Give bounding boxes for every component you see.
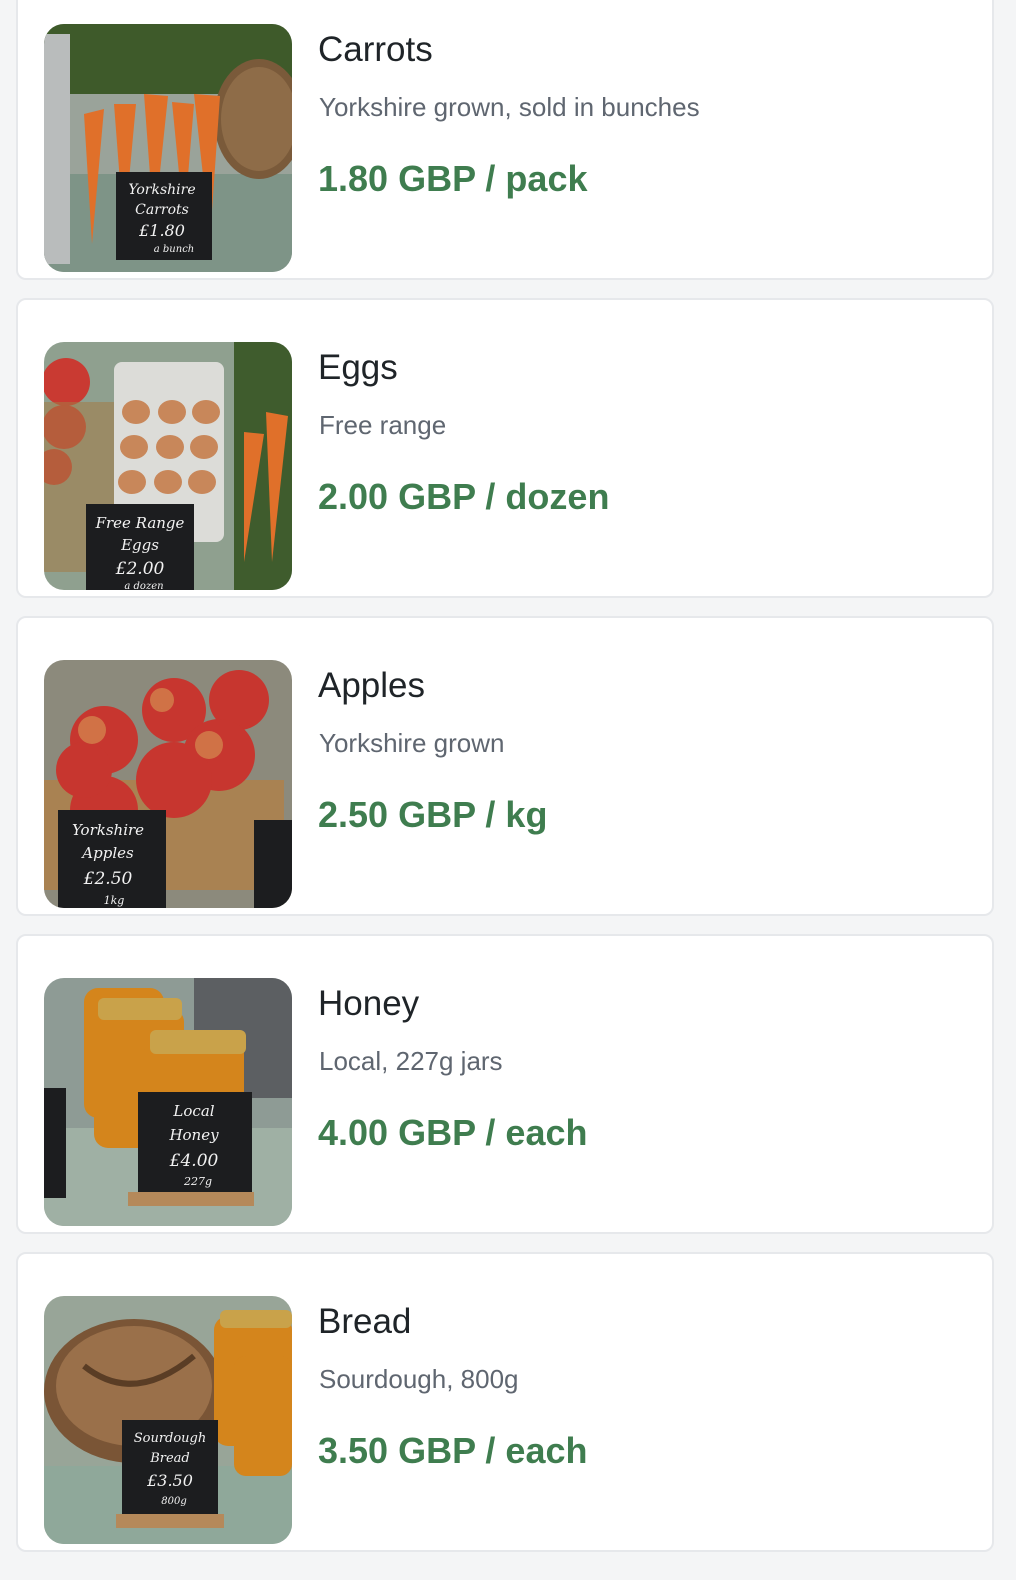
svg-text:227g: 227g xyxy=(183,1175,212,1188)
svg-text:Sourdough: Sourdough xyxy=(134,1431,207,1446)
product-name: Carrots xyxy=(318,30,433,69)
svg-text:a dozen: a dozen xyxy=(124,581,163,590)
product-name: Honey xyxy=(318,984,420,1023)
carrots-photo: Yorkshire Carrots £1.80 a bunch xyxy=(44,24,292,272)
svg-text:Yorkshire: Yorkshire xyxy=(128,182,195,198)
product-card-bread[interactable]: Sourdough Bread £3.50 800g Bread Sourdou… xyxy=(16,1252,994,1552)
svg-text:Yorkshire: Yorkshire xyxy=(72,821,144,839)
product-name: Eggs xyxy=(318,348,398,387)
product-price: 3.50 GBP / each xyxy=(318,1430,588,1471)
svg-text:Carrots: Carrots xyxy=(135,202,189,218)
product-card-eggs[interactable]: Free Range Eggs £2.00 a dozen Eggs Free … xyxy=(16,298,994,598)
svg-text:£4.00: £4.00 xyxy=(169,1151,219,1171)
svg-text:a bunch: a bunch xyxy=(154,244,194,255)
product-price: 1.80 GBP / pack xyxy=(318,158,588,199)
product-name: Bread xyxy=(318,1302,412,1341)
svg-text:Free Range: Free Range xyxy=(95,514,185,532)
svg-text:£2.50: £2.50 xyxy=(83,869,133,889)
svg-text:800g: 800g xyxy=(161,1496,187,1507)
bread-photo: Sourdough Bread £3.50 800g xyxy=(44,1296,292,1544)
svg-text:1kg: 1kg xyxy=(104,894,125,907)
product-card-carrots[interactable]: Yorkshire Carrots £1.80 a bunch Carrots … xyxy=(16,0,994,280)
product-card-apples[interactable]: Yorkshire Apples £2.50 1kg Apples Yorksh… xyxy=(16,616,994,916)
product-price: 2.00 GBP / dozen xyxy=(318,476,610,517)
svg-text:Apples: Apples xyxy=(80,844,134,862)
svg-text:Bread: Bread xyxy=(149,1451,190,1466)
product-image-honey[interactable]: Local Honey £4.00 227g xyxy=(44,978,292,1226)
product-image-carrots[interactable]: Yorkshire Carrots £1.80 a bunch xyxy=(44,24,292,272)
product-price: 4.00 GBP / each xyxy=(318,1112,588,1153)
svg-text:£1.80: £1.80 xyxy=(138,221,185,240)
honey-photo: Local Honey £4.00 227g xyxy=(44,978,292,1226)
product-description: Yorkshire grown xyxy=(319,728,505,758)
product-image-apples[interactable]: Yorkshire Apples £2.50 1kg xyxy=(44,660,292,908)
svg-text:Honey: Honey xyxy=(168,1126,219,1144)
product-image-bread[interactable]: Sourdough Bread £3.50 800g xyxy=(44,1296,292,1544)
svg-text:Eggs: Eggs xyxy=(120,536,159,554)
product-price: 2.50 GBP / kg xyxy=(318,794,548,835)
svg-text:£2.00: £2.00 xyxy=(115,559,165,579)
product-image-eggs[interactable]: Free Range Eggs £2.00 a dozen xyxy=(44,342,292,590)
product-name: Apples xyxy=(318,666,426,705)
product-card-honey[interactable]: Local Honey £4.00 227g Honey Local, 227g… xyxy=(16,934,994,1234)
product-description: Local, 227g jars xyxy=(319,1046,503,1076)
svg-text:Local: Local xyxy=(172,1102,214,1120)
product-list: Yorkshire Carrots £1.80 a bunch Carrots … xyxy=(16,0,994,1570)
svg-text:£3.50: £3.50 xyxy=(146,1471,193,1490)
apples-photo: Yorkshire Apples £2.50 1kg xyxy=(44,660,292,908)
product-description: Sourdough, 800g xyxy=(319,1364,519,1394)
eggs-photo: Free Range Eggs £2.00 a dozen xyxy=(44,342,292,590)
product-description: Yorkshire grown, sold in bunches xyxy=(319,92,700,122)
product-description: Free range xyxy=(319,410,447,440)
